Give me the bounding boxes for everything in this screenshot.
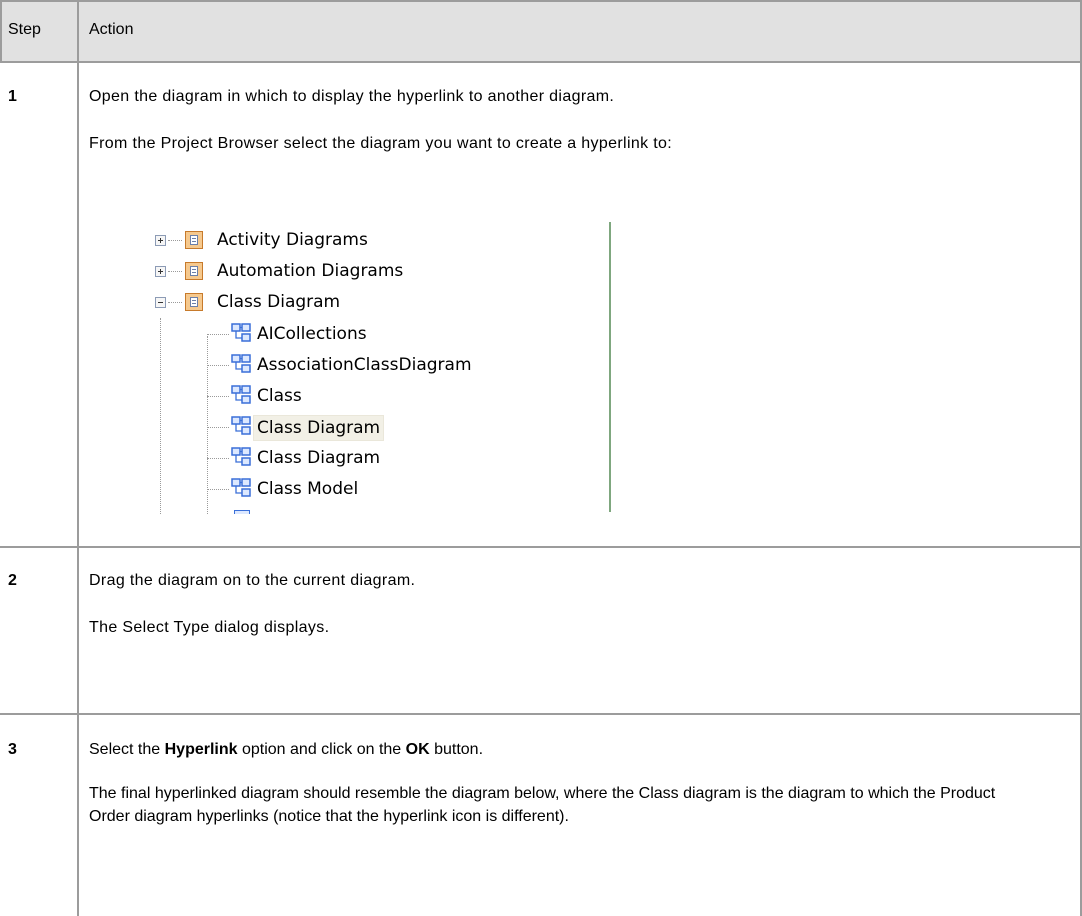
package-icon [185,293,203,311]
tree-node[interactable]: Class Diagram [145,290,545,314]
tree-node-label: Class Diagram [217,292,341,312]
table-border-left [0,0,2,62]
header-action: Action [89,21,134,38]
class-diagram-icon [231,354,251,373]
class-diagram-icon [231,385,251,404]
table-column-divider [77,0,79,916]
table-border-top [0,0,1082,2]
tree-node[interactable]: Automation Diagrams [145,259,545,283]
tree-node[interactable]: Class Diagram [145,415,545,441]
class-diagram-icon [234,510,250,514]
table-divider [0,546,1082,548]
table-header-row [0,0,1082,62]
table-divider [0,713,1082,715]
tree-node[interactable]: AICollections [145,322,545,346]
tree-node-label: Activity Diagrams [217,230,368,250]
class-diagram-icon [231,416,251,435]
expand-plus-icon[interactable] [155,235,166,246]
step-text: Drag the diagram on to the current diagr… [89,572,416,589]
tree-node-label: Class Model [257,479,359,499]
tree-node-label: Class Diagram [257,448,381,468]
tree-node-label: Class Diagram [253,415,385,441]
browser-edge [609,222,611,512]
step-text: The Select Type dialog displays. [89,619,330,636]
class-diagram-icon [231,323,251,342]
button-name: OK [405,741,430,758]
step-text: Select the Hyperlink option and click on… [89,741,484,758]
tree-node-label: Automation Diagrams [217,261,404,281]
step-number: 1 [8,88,17,105]
tree-node[interactable]: Activity Diagrams [145,228,545,252]
tree-node[interactable]: Class Model [145,477,545,501]
class-diagram-icon [231,478,251,497]
collapse-minus-icon[interactable] [155,297,166,308]
steps-table: Step Action 1 Open the diagram in which … [0,0,1082,916]
tree-node[interactable]: AssociationClassDiagram [145,353,545,377]
tree-node-label: AICollections [257,324,367,344]
tree-node-label: AssociationClassDiagram [257,355,472,375]
option-name: Hyperlink [164,741,238,758]
tree-node[interactable]: Class Diagram [145,446,545,470]
package-icon [185,262,203,280]
header-step: Step [8,21,41,38]
table-divider [0,61,1082,63]
step-paragraph: The final hyperlinked diagram should res… [89,785,996,825]
expand-plus-icon[interactable] [155,266,166,277]
class-diagram-icon [231,447,251,466]
project-browser-screenshot: Activity Diagrams Automation Diagrams Cl… [145,218,650,518]
step-number: 3 [8,741,17,758]
package-icon [185,231,203,249]
tree-node[interactable]: Class [145,384,545,408]
tree-node-label: Class [257,386,302,406]
step-number: 2 [8,572,17,589]
step-text: Open the diagram in which to display the… [89,88,615,105]
step-text: From the Project Browser select the diag… [89,135,673,152]
